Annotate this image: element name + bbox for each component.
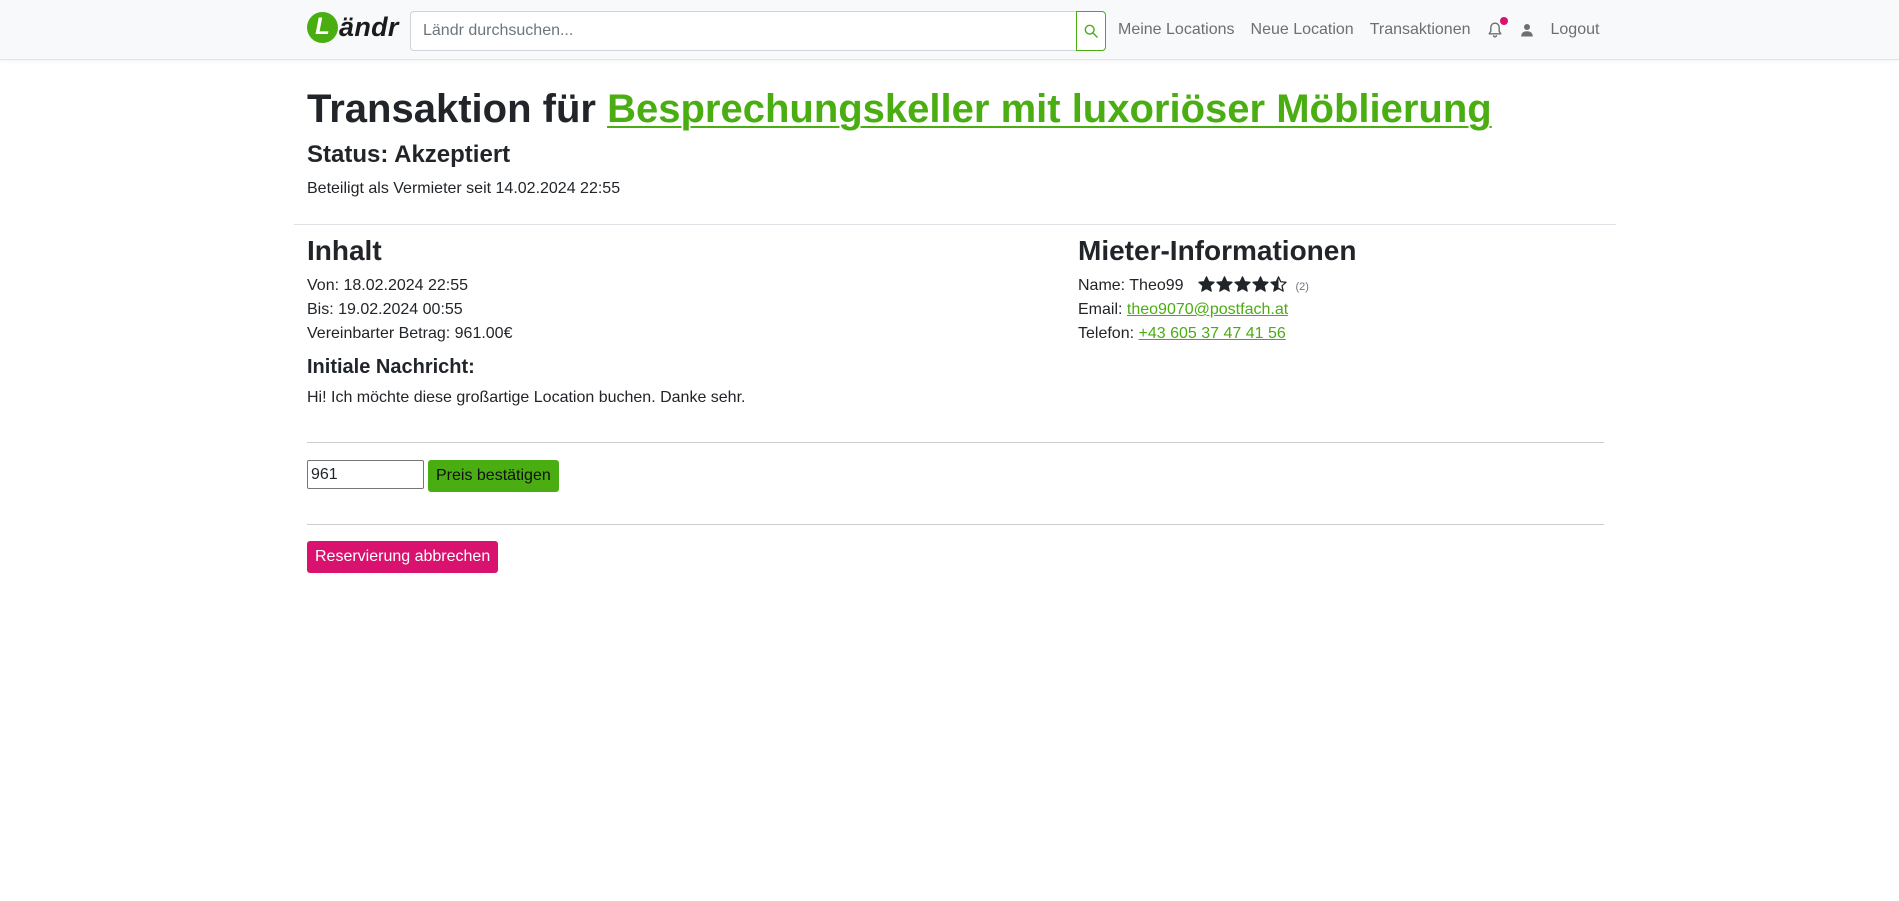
star-full-icon <box>1234 276 1251 292</box>
star-half-icon <box>1270 276 1287 292</box>
tenant-email-label: Email: <box>1078 301 1123 318</box>
notifications-button[interactable] <box>1487 17 1508 39</box>
page-title: Transaktion für Besprechungskeller mit l… <box>307 84 1492 134</box>
involvement-info: Beteiligt als Vermieter seit 14.02.2024 … <box>307 180 621 197</box>
search-button[interactable] <box>1076 11 1106 51</box>
search-icon <box>1084 24 1098 38</box>
brand-logo[interactable]: L ändr <box>307 11 399 43</box>
tenant-email-row: Email: theo9070@postfach.at <box>1078 299 1288 321</box>
star-full-icon <box>1252 276 1269 292</box>
profile-button[interactable] <box>1519 21 1535 39</box>
content-heading: Inhalt <box>307 235 382 266</box>
tenant-name: Name: Theo99 <box>1078 277 1184 294</box>
cancel-reservation-button[interactable]: Reservierung abbrechen <box>307 541 499 573</box>
header-divider <box>294 224 1616 225</box>
search-input[interactable] <box>410 11 1076 51</box>
initial-message-text: Hi! Ich möchte diese großartige Location… <box>307 389 746 406</box>
page-title-prefix: Transaktion für <box>307 87 596 131</box>
tenant-rating <box>1198 276 1288 292</box>
notification-dot <box>1499 17 1508 25</box>
star-full-icon <box>1198 276 1215 292</box>
user-icon <box>1520 24 1533 37</box>
search-bar <box>410 11 1106 51</box>
brand-name: ändr <box>339 11 399 42</box>
tenant-phone-link[interactable]: +43 605 37 47 41 56 <box>1139 325 1286 342</box>
transaction-status: Status: Akzeptiert <box>307 141 511 168</box>
initial-message-heading: Initiale Nachricht: <box>307 356 475 378</box>
nav-new-location[interactable]: Neue Location <box>1251 21 1354 39</box>
nav-logout[interactable]: Logout <box>1551 21 1600 39</box>
tenant-name-row: Name: Theo99 (2) <box>1078 275 1309 298</box>
tenant-phone-label: Telefon: <box>1078 325 1135 342</box>
star-full-icon <box>1216 276 1233 292</box>
form-divider <box>307 442 1604 443</box>
confirm-price-button[interactable]: Preis bestätigen <box>428 460 559 492</box>
location-link[interactable]: Besprechungskeller mit luxoriöser Möblie… <box>607 87 1492 131</box>
nav-links: Meine Locations Neue Location Transaktio… <box>1118 0 1615 60</box>
date-until: Bis: 19.02.2024 00:55 <box>307 301 463 318</box>
tenant-heading: Mieter-Informationen <box>1078 235 1357 266</box>
agreed-amount: Vereinbarter Betrag: 961.00€ <box>307 325 513 342</box>
rating-count: (2) <box>1295 281 1309 293</box>
date-from: Von: 18.02.2024 22:55 <box>307 277 469 294</box>
nav-transactions[interactable]: Transaktionen <box>1370 21 1471 39</box>
actions-divider <box>307 524 1604 525</box>
nav-my-locations[interactable]: Meine Locations <box>1118 21 1235 39</box>
tenant-phone-row: Telefon: +43 605 37 47 41 56 <box>1078 323 1286 345</box>
tenant-email-link[interactable]: theo9070@postfach.at <box>1127 301 1288 318</box>
bell-icon <box>1488 22 1501 38</box>
logo-badge: L <box>307 11 338 43</box>
top-navbar: L ändr Meine Locations Neue Location Tra… <box>0 0 1899 60</box>
price-input[interactable] <box>307 460 424 489</box>
